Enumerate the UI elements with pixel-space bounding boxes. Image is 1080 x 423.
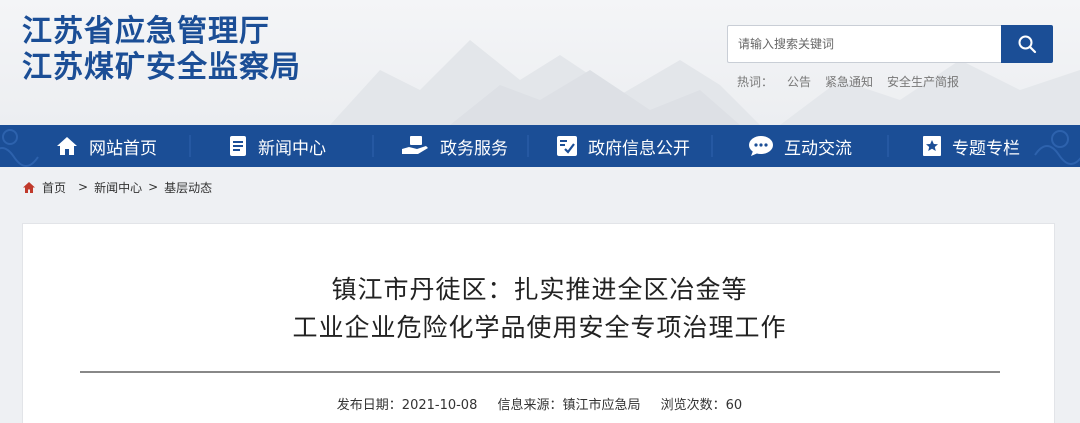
nav-item-label: 互动交流: [784, 138, 852, 159]
nav-item-label: 政府信息公开: [588, 138, 690, 159]
hot-word-link[interactable]: 安全生产简报: [887, 73, 959, 90]
site-title-line2: 江苏煤矿安全监察局: [22, 50, 301, 85]
article-panel: 镇江市丹徒区：扎实推进全区冶金等 工业企业危险化学品使用安全专项治理工作 发布日…: [22, 223, 1055, 423]
breadcrumb-news[interactable]: 新闻中心: [94, 179, 142, 196]
nav-item-label: 政务服务: [440, 138, 508, 159]
site-title[interactable]: 江苏省应急管理厅 江苏煤矿安全监察局: [22, 14, 301, 86]
article-title-line1: 镇江市丹徒区：扎实推进全区冶金等: [331, 275, 748, 304]
breadcrumb: 首页 > 新闻中心 > 基层动态: [22, 177, 212, 197]
document-icon: [230, 136, 246, 156]
nav-item-label: 专题专栏: [952, 138, 1020, 159]
title-divider: [80, 371, 1000, 373]
hot-words-label: 热词：: [737, 75, 774, 89]
hot-word-link[interactable]: 公告: [787, 73, 811, 90]
info-source: 信息来源：镇江市应急局: [497, 398, 641, 413]
breadcrumb-separator: >: [78, 180, 89, 194]
nav-item-interaction[interactable]: 互动交流: [748, 125, 852, 167]
info-check-icon: [557, 136, 577, 156]
breadcrumb-grassroots[interactable]: 基层动态: [164, 179, 212, 196]
chat-bubble-icon: [749, 136, 773, 156]
nav-item-gov-info[interactable]: 政府信息公开: [556, 125, 690, 167]
nav-item-label: 网站首页: [89, 138, 157, 159]
nav-item-services[interactable]: 政务服务: [400, 125, 508, 167]
search-icon: [1018, 35, 1037, 54]
nav-pattern: [0, 129, 1080, 167]
search-button[interactable]: [1001, 25, 1053, 63]
site-title-line1: 江苏省应急管理厅: [22, 14, 270, 49]
hot-words: 热词： 公告 紧急通知 安全生产简报: [737, 73, 959, 90]
nav-item-special[interactable]: 专题专栏: [922, 125, 1020, 167]
nav-item-news[interactable]: 新闻中心: [228, 125, 326, 167]
nav-item-home[interactable]: 网站首页: [55, 125, 157, 167]
home-icon: [57, 137, 77, 155]
home-icon: [23, 181, 35, 193]
article-meta: 发布日期：2021-10-08 信息来源：镇江市应急局 浏览次数：60: [23, 394, 1056, 413]
publish-date: 发布日期：2021-10-08: [336, 398, 478, 413]
site-header: 江苏省应急管理厅 江苏煤矿安全监察局 热词： 公告 紧急通知 安全生产简报: [0, 0, 1080, 125]
main-nav: 网站首页 新闻中心 政务服务 政府信息公开 互动交流 专题专栏: [0, 125, 1080, 167]
article-title-line2: 工业企业危险化学品使用安全专项治理工作: [292, 313, 787, 342]
search-box: [727, 25, 1053, 63]
breadcrumb-home[interactable]: 首页: [42, 179, 66, 196]
bookmark-icon: [923, 136, 941, 156]
search-input[interactable]: [727, 25, 1001, 63]
hand-service-icon: [402, 136, 428, 154]
hot-word-link[interactable]: 紧急通知: [825, 73, 873, 90]
nav-item-label: 新闻中心: [258, 138, 326, 159]
breadcrumb-separator: >: [148, 180, 159, 194]
view-count: 浏览次数：60: [660, 398, 743, 413]
